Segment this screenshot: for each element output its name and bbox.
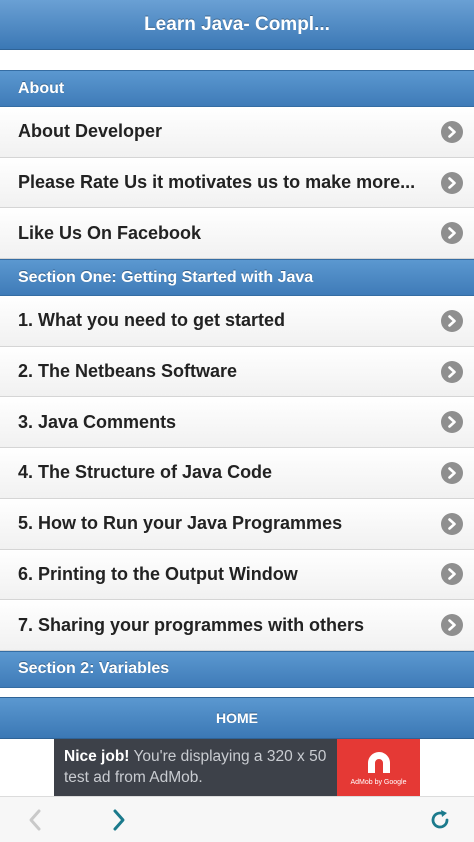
section-header-about: About: [0, 70, 474, 107]
list-item-label: 3. Java Comments: [18, 411, 177, 432]
chevron-right-icon: [441, 360, 463, 383]
section-header-variables: Section 2: Variables: [0, 650, 474, 688]
list-item-label: Like Us On Facebook: [18, 222, 202, 243]
list-item-label: 2. The Netbeans Software: [18, 361, 238, 382]
list-item-label: 5. How to Run your Java Programmes: [18, 513, 343, 534]
list-item-label: 6. Printing to the Output Window: [18, 563, 298, 584]
chevron-right-icon: [441, 120, 463, 143]
chevron-right-icon: [441, 171, 463, 194]
refresh-icon[interactable]: [427, 807, 453, 833]
ad-banner[interactable]: Nice job! You're displaying a 320 x 50 t…: [54, 739, 420, 796]
chevron-right-icon: [441, 222, 463, 245]
menu-list: About About Developer Please Rate Us it …: [0, 70, 474, 688]
list-item-lesson-4[interactable]: 4. The Structure of Java Code: [0, 448, 474, 499]
chevron-right-icon: [441, 411, 463, 434]
browser-toolbar: [0, 796, 474, 842]
chevron-right-icon: [441, 512, 463, 535]
chevron-right-icon: [441, 309, 463, 332]
list-item-about-developer[interactable]: About Developer: [0, 107, 474, 158]
page-title: Learn Java- Compl...: [144, 13, 330, 35]
home-button[interactable]: HOME: [0, 697, 474, 739]
list-item-label: 1. What you need to get started: [18, 310, 286, 331]
list-item-label: Please Rate Us it motivates us to make m…: [18, 172, 416, 193]
list-item-rate-us[interactable]: Please Rate Us it motivates us to make m…: [0, 157, 474, 209]
chevron-right-icon: [441, 614, 463, 637]
ad-text: Nice job! You're displaying a 320 x 50 t…: [54, 739, 337, 796]
chevron-right-icon: [441, 461, 463, 484]
list-item-label: 7. Sharing your programmes with others: [18, 614, 365, 635]
list-item-lesson-1[interactable]: 1. What you need to get started: [0, 296, 474, 347]
list-item-lesson-5[interactable]: 5. How to Run your Java Programmes: [0, 498, 474, 550]
list-item-label: About Developer: [18, 121, 163, 142]
list-item-lesson-2[interactable]: 2. The Netbeans Software: [0, 346, 474, 398]
ad-headline: Nice job!: [64, 748, 130, 765]
admob-caption: AdMob by Google: [350, 779, 407, 786]
list-item-lesson-7[interactable]: 7. Sharing your programmes with others: [0, 600, 474, 651]
admob-logo: AdMob by Google: [337, 739, 420, 796]
home-button-label: HOME: [216, 710, 258, 726]
list-item-lesson-3[interactable]: 3. Java Comments: [0, 397, 474, 449]
admob-icon: [367, 752, 390, 773]
header-spacer: [0, 50, 474, 70]
list-item-facebook[interactable]: Like Us On Facebook: [0, 208, 474, 260]
chevron-right-icon: [441, 563, 463, 586]
list-item-lesson-6[interactable]: 6. Printing to the Output Window: [0, 549, 474, 601]
app-header: Learn Java- Compl...: [0, 0, 474, 50]
list-item-label: 4. The Structure of Java Code: [18, 462, 273, 483]
chevron-left-icon[interactable]: [22, 807, 48, 833]
section-header-section-one: Section One: Getting Started with Java: [0, 259, 474, 297]
chevron-right-icon[interactable]: [106, 807, 132, 833]
